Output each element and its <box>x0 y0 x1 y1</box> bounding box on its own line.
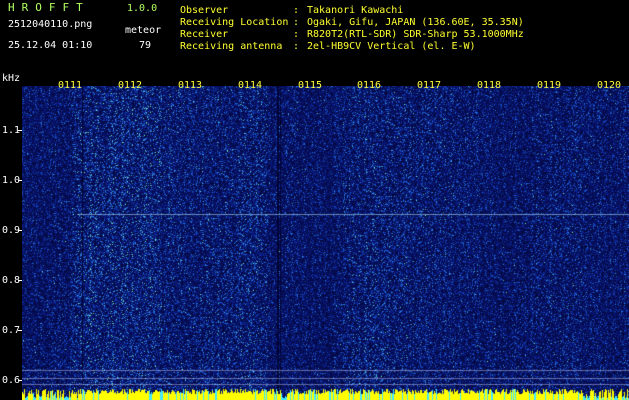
y-axis-unit: kHz <box>2 73 21 84</box>
time-label: 0113 <box>178 80 203 91</box>
time-label: 0118 <box>477 80 502 91</box>
info-value-antenna: 2el-HB9CV Vertical (el. E-W) <box>307 41 476 52</box>
header-panel: HROFFT 1.0.0 2512040110.png meteor 25.12… <box>0 0 629 70</box>
y-tick-label: 0.7 <box>2 325 21 336</box>
capture-datetime: 25.12.04 01:10 <box>8 40 93 51</box>
time-label: 0114 <box>238 80 263 91</box>
meteor-label: meteor <box>125 25 162 36</box>
y-tick-label: 0.8 <box>2 275 21 286</box>
info-label-observer: Observer <box>180 5 229 16</box>
y-tick-label: 0.9 <box>2 225 21 236</box>
info-label-receiver: Receiver <box>180 29 229 40</box>
file-name: 2512040110.png <box>8 19 93 30</box>
info-label-antenna: Receiving antenna <box>180 41 283 52</box>
time-label: 0120 <box>597 80 622 91</box>
info-colon: : <box>293 29 300 40</box>
time-label: 0115 <box>298 80 323 91</box>
time-label: 0112 <box>118 80 143 91</box>
info-colon: : <box>293 17 300 28</box>
time-label: 0111 <box>58 80 83 91</box>
time-label: 0119 <box>537 80 562 91</box>
y-tick-mark <box>18 330 22 331</box>
spectrogram-waterfall <box>22 86 629 400</box>
y-tick-mark <box>18 380 22 381</box>
y-tick-mark <box>18 130 22 131</box>
app-title: HROFFT <box>8 1 90 14</box>
meteor-count: 79 <box>139 40 152 51</box>
info-colon: : <box>293 41 300 52</box>
info-value-receiver: R820T2(RTL-SDR) SDR-Sharp 53.1000MHz <box>307 29 524 40</box>
y-tick-label: 1.0 <box>2 175 21 186</box>
y-tick-label: 0.6 <box>2 375 21 386</box>
time-label: 0116 <box>357 80 382 91</box>
app-version: 1.0.0 <box>127 3 158 14</box>
y-tick-mark <box>18 230 22 231</box>
y-tick-mark <box>18 180 22 181</box>
info-colon: : <box>293 5 300 16</box>
info-label-location: Receiving Location <box>180 17 289 28</box>
y-tick-mark <box>18 280 22 281</box>
info-value-location: Ogaki, Gifu, JAPAN (136.60E, 35.35N) <box>307 17 524 28</box>
y-tick-label: 1.1 <box>2 125 21 136</box>
time-label: 0117 <box>417 80 442 91</box>
info-value-observer: Takanori Kawachi <box>307 5 404 16</box>
